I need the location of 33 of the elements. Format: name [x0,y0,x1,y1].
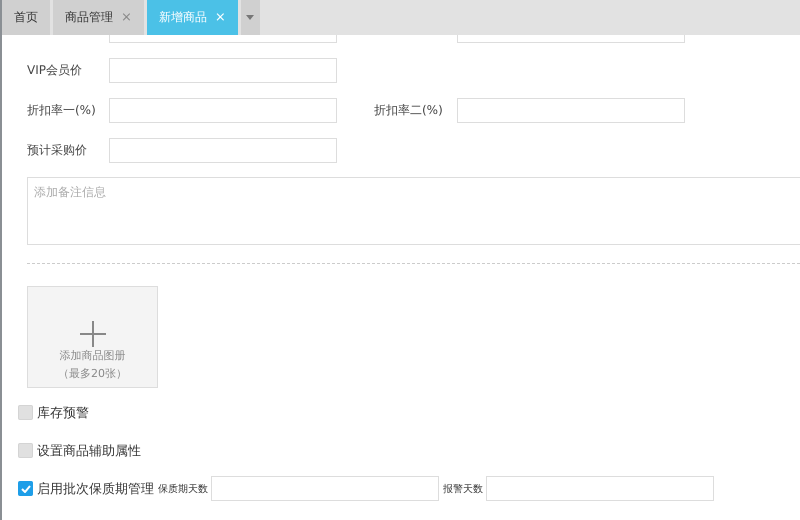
option-label: 启用批次保质期管理 [37,480,154,498]
input-field[interactable] [211,476,439,501]
input-field[interactable] [109,58,337,83]
tab[interactable]: 首页 [2,0,50,35]
input-field[interactable] [457,35,685,43]
add-album-button[interactable]: 添加商品图册 （最多20张） [27,286,158,388]
close-icon[interactable]: × [214,10,226,25]
tab[interactable]: 新增商品 × [146,0,238,35]
album-title: 添加商品图册 [60,348,126,364]
input-field[interactable] [457,98,685,123]
close-icon[interactable]: × [121,10,132,25]
field-label: 保质期天数 [158,482,208,496]
checkbox[interactable] [18,405,33,420]
dropdown-button[interactable] [240,0,260,35]
option-label: 设置商品辅助属性 [37,442,141,460]
field-label: 预计采购价 [27,142,88,159]
checkbox[interactable] [18,481,33,496]
album-note: （最多20张） [58,366,127,382]
field-label: 报警天数 [443,482,483,496]
input-field[interactable] [109,98,337,123]
tab[interactable]: 商品管理 × [53,0,144,35]
field-label: VIP会员价 [27,62,83,79]
remark-field[interactable]: 添加备注信息 [27,177,800,245]
input-field[interactable] [109,35,337,43]
input-field[interactable] [109,138,337,163]
input-field[interactable] [486,476,714,501]
field-label: 折扣率一(%) [27,102,97,119]
plus-icon [80,321,106,347]
option-label: 库存预警 [37,404,89,422]
field-label: 折扣率二(%) [374,102,444,119]
caret-icon [246,15,254,20]
check-icon [20,484,30,492]
checkbox[interactable] [18,443,33,458]
